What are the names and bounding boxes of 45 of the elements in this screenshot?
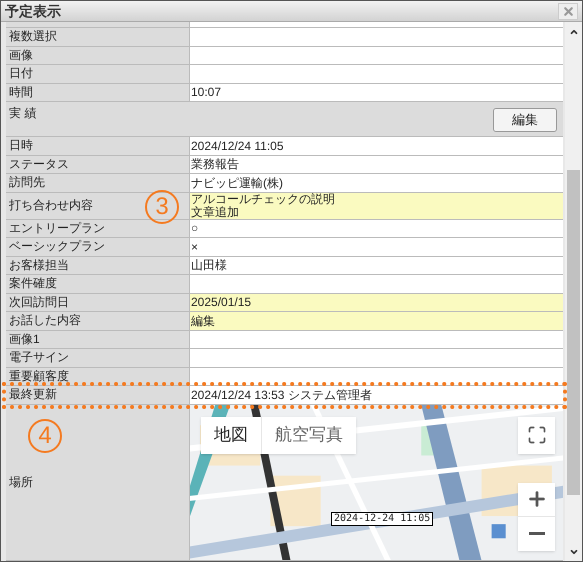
field-label: お客様担当 <box>9 256 69 274</box>
field-label: 時間 <box>9 84 33 101</box>
field-label: 重要顧客度 <box>9 368 69 385</box>
field-label: 案件確度 <box>9 275 57 292</box>
field-value: 業務報告 <box>191 157 240 172</box>
scroll-up-icon <box>568 27 578 37</box>
annotation-number: 4 <box>28 418 62 452</box>
close-icon <box>562 4 574 18</box>
field-value: 2025/01/15 <box>191 295 252 310</box>
field-value: ナビッピ運輸(株) <box>191 176 284 190</box>
scrollbar[interactable] <box>565 22 582 561</box>
map-type-tab[interactable]: 地図 <box>201 416 261 454</box>
field-label: 場所 4 <box>6 404 190 560</box>
field-value: ○ <box>191 221 200 236</box>
field-value: × <box>191 240 200 254</box>
window-title: 予定表示 <box>5 2 61 20</box>
field-label: 訪問先 <box>9 174 45 192</box>
fullscreen-button[interactable] <box>518 416 555 454</box>
fullscreen-icon <box>526 425 546 445</box>
field-label: 最終更新 <box>9 386 57 404</box>
field-value: 2024/12/24 13:53 システム管理者 <box>191 388 373 402</box>
scroll-down-icon <box>568 547 578 557</box>
field-value: 山田様 <box>191 258 228 272</box>
field-label: 次回訪問日 <box>9 294 69 311</box>
field-label: お話した内容 <box>9 312 81 330</box>
field-value: アルコールチェックの説明 <box>191 192 336 206</box>
field-label: 日付 <box>9 65 33 82</box>
field-label: 打ち合わせ内容 <box>9 197 93 214</box>
map-type-tab[interactable]: 航空写真 <box>261 416 356 454</box>
field-value: 文章追加 <box>191 206 240 218</box>
field-label: 複数選択 <box>9 28 57 46</box>
field-label: 画像1 <box>9 330 40 348</box>
minus-icon <box>528 532 544 535</box>
field-label: 日時 <box>9 137 33 154</box>
field-label: 画像 <box>9 46 33 64</box>
field-label: エントリープラン <box>9 220 105 237</box>
field-label: 電子サイン <box>9 349 69 366</box>
section-title: 実 績 <box>9 105 36 122</box>
field-value: 2024/12/24 11:05 <box>191 138 285 153</box>
edit-button[interactable]: 編集 <box>493 108 557 132</box>
marker-label: 2024-12-24 11:05 <box>331 512 434 526</box>
field-value: 10:07 <box>191 85 222 100</box>
field-label: ベーシックプラン <box>9 238 105 256</box>
field-value: 編集 <box>191 314 216 328</box>
field-label: ステータス <box>9 156 69 173</box>
